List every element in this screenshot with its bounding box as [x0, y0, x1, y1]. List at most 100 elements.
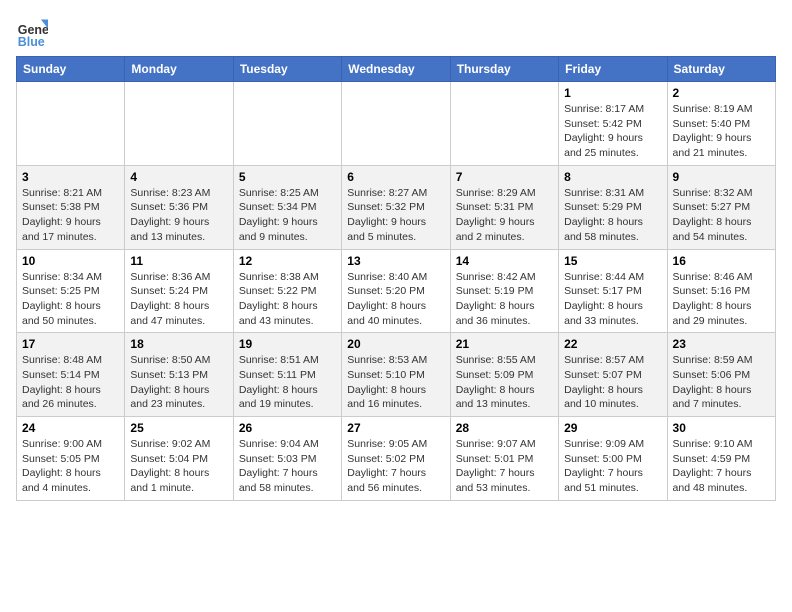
- day-number: 3: [22, 170, 119, 184]
- day-number: 5: [239, 170, 336, 184]
- day-number: 22: [564, 337, 661, 351]
- day-info: Sunrise: 8:29 AMSunset: 5:31 PMDaylight:…: [456, 186, 553, 245]
- calendar-cell: 2 Sunrise: 8:19 AMSunset: 5:40 PMDaylight…: [667, 82, 775, 166]
- day-number: 15: [564, 254, 661, 268]
- day-number: 11: [130, 254, 227, 268]
- day-info: Sunrise: 8:23 AMSunset: 5:36 PMDaylight:…: [130, 186, 227, 245]
- column-header-sunday: Sunday: [17, 57, 125, 82]
- day-info: Sunrise: 9:07 AMSunset: 5:01 PMDaylight:…: [456, 437, 553, 496]
- day-info: Sunrise: 8:53 AMSunset: 5:10 PMDaylight:…: [347, 353, 444, 412]
- day-info: Sunrise: 8:27 AMSunset: 5:32 PMDaylight:…: [347, 186, 444, 245]
- day-info: Sunrise: 8:38 AMSunset: 5:22 PMDaylight:…: [239, 270, 336, 329]
- page-header: General Blue: [16, 16, 776, 48]
- day-number: 13: [347, 254, 444, 268]
- day-number: 16: [673, 254, 770, 268]
- calendar-cell: 8 Sunrise: 8:31 AMSunset: 5:29 PMDaylight…: [559, 165, 667, 249]
- day-info: Sunrise: 8:31 AMSunset: 5:29 PMDaylight:…: [564, 186, 661, 245]
- day-number: 24: [22, 421, 119, 435]
- calendar-cell: 23 Sunrise: 8:59 AMSunset: 5:06 PMDayligh…: [667, 333, 775, 417]
- day-number: 8: [564, 170, 661, 184]
- day-number: 17: [22, 337, 119, 351]
- day-number: 28: [456, 421, 553, 435]
- day-info: Sunrise: 8:17 AMSunset: 5:42 PMDaylight:…: [564, 102, 661, 161]
- calendar-cell: 9 Sunrise: 8:32 AMSunset: 5:27 PMDaylight…: [667, 165, 775, 249]
- calendar-week-5: 24Sunrise: 9:00 AMSunset: 5:05 PMDayligh…: [17, 417, 776, 501]
- day-info: Sunrise: 8:42 AMSunset: 5:19 PMDaylight:…: [456, 270, 553, 329]
- calendar-cell: 1 Sunrise: 8:17 AMSunset: 5:42 PMDaylight…: [559, 82, 667, 166]
- day-info: Sunrise: 8:19 AMSunset: 5:40 PMDaylight:…: [673, 102, 770, 161]
- column-header-monday: Monday: [125, 57, 233, 82]
- calendar-cell: 3 Sunrise: 8:21 AMSunset: 5:38 PMDaylight…: [17, 165, 125, 249]
- day-number: 7: [456, 170, 553, 184]
- day-info: Sunrise: 9:09 AMSunset: 5:00 PMDaylight:…: [564, 437, 661, 496]
- day-number: 27: [347, 421, 444, 435]
- day-number: 12: [239, 254, 336, 268]
- calendar-cell: [450, 82, 558, 166]
- calendar-cell: 26 Sunrise: 9:04 AMSunset: 5:03 PMDayligh…: [233, 417, 341, 501]
- day-number: 20: [347, 337, 444, 351]
- day-info: Sunrise: 8:48 AMSunset: 5:14 PMDaylight:…: [22, 353, 119, 412]
- calendar-week-2: 3 Sunrise: 8:21 AMSunset: 5:38 PMDaylight…: [17, 165, 776, 249]
- day-info: Sunrise: 8:32 AMSunset: 5:27 PMDaylight:…: [673, 186, 770, 245]
- day-number: 2: [673, 86, 770, 100]
- day-info: Sunrise: 8:50 AMSunset: 5:13 PMDaylight:…: [130, 353, 227, 412]
- calendar-cell: 19 Sunrise: 8:51 AMSunset: 5:11 PMDayligh…: [233, 333, 341, 417]
- calendar-cell: 18 Sunrise: 8:50 AMSunset: 5:13 PMDayligh…: [125, 333, 233, 417]
- day-info: Sunrise: 9:05 AMSunset: 5:02 PMDaylight:…: [347, 437, 444, 496]
- calendar-cell: 5 Sunrise: 8:25 AMSunset: 5:34 PMDaylight…: [233, 165, 341, 249]
- calendar-cell: 29 Sunrise: 9:09 AMSunset: 5:00 PMDayligh…: [559, 417, 667, 501]
- day-number: 23: [673, 337, 770, 351]
- day-info: Sunrise: 8:44 AMSunset: 5:17 PMDaylight:…: [564, 270, 661, 329]
- day-number: 9: [673, 170, 770, 184]
- day-info: Sunrise: 8:46 AMSunset: 5:16 PMDaylight:…: [673, 270, 770, 329]
- day-number: 1: [564, 86, 661, 100]
- day-info: Sunrise: 9:10 AMSunset: 4:59 PMDaylight:…: [673, 437, 770, 496]
- day-info: Sunrise: 9:02 AMSunset: 5:04 PMDaylight:…: [130, 437, 227, 496]
- calendar-header-row: SundayMondayTuesdayWednesdayThursdayFrid…: [17, 57, 776, 82]
- calendar-cell: 15 Sunrise: 8:44 AMSunset: 5:17 PMDayligh…: [559, 249, 667, 333]
- day-number: 18: [130, 337, 227, 351]
- day-number: 21: [456, 337, 553, 351]
- day-info: Sunrise: 8:40 AMSunset: 5:20 PMDaylight:…: [347, 270, 444, 329]
- calendar-cell: 16 Sunrise: 8:46 AMSunset: 5:16 PMDayligh…: [667, 249, 775, 333]
- calendar-cell: 30 Sunrise: 9:10 AMSunset: 4:59 PMDayligh…: [667, 417, 775, 501]
- day-number: 30: [673, 421, 770, 435]
- calendar-cell: 17 Sunrise: 8:48 AMSunset: 5:14 PMDayligh…: [17, 333, 125, 417]
- calendar-cell: [233, 82, 341, 166]
- calendar-cell: 21Sunrise: 8:55 AMSunset: 5:09 PMDayligh…: [450, 333, 558, 417]
- day-info: Sunrise: 9:04 AMSunset: 5:03 PMDaylight:…: [239, 437, 336, 496]
- calendar-cell: 6 Sunrise: 8:27 AMSunset: 5:32 PMDaylight…: [342, 165, 450, 249]
- day-number: 4: [130, 170, 227, 184]
- calendar-week-4: 17 Sunrise: 8:48 AMSunset: 5:14 PMDayligh…: [17, 333, 776, 417]
- column-header-friday: Friday: [559, 57, 667, 82]
- day-number: 14: [456, 254, 553, 268]
- calendar-cell: 22 Sunrise: 8:57 AMSunset: 5:07 PMDayligh…: [559, 333, 667, 417]
- day-info: Sunrise: 8:36 AMSunset: 5:24 PMDaylight:…: [130, 270, 227, 329]
- day-info: Sunrise: 8:57 AMSunset: 5:07 PMDaylight:…: [564, 353, 661, 412]
- day-number: 6: [347, 170, 444, 184]
- day-info: Sunrise: 8:59 AMSunset: 5:06 PMDaylight:…: [673, 353, 770, 412]
- day-info: Sunrise: 8:25 AMSunset: 5:34 PMDaylight:…: [239, 186, 336, 245]
- calendar-cell: 13 Sunrise: 8:40 AMSunset: 5:20 PMDayligh…: [342, 249, 450, 333]
- calendar-cell: 20 Sunrise: 8:53 AMSunset: 5:10 PMDayligh…: [342, 333, 450, 417]
- calendar-cell: 4 Sunrise: 8:23 AMSunset: 5:36 PMDaylight…: [125, 165, 233, 249]
- logo: General Blue: [16, 16, 48, 48]
- day-info: Sunrise: 8:21 AMSunset: 5:38 PMDaylight:…: [22, 186, 119, 245]
- day-number: 26: [239, 421, 336, 435]
- day-number: 29: [564, 421, 661, 435]
- column-header-thursday: Thursday: [450, 57, 558, 82]
- column-header-tuesday: Tuesday: [233, 57, 341, 82]
- calendar-table: SundayMondayTuesdayWednesdayThursdayFrid…: [16, 56, 776, 501]
- calendar-cell: 7 Sunrise: 8:29 AMSunset: 5:31 PMDaylight…: [450, 165, 558, 249]
- day-number: 19: [239, 337, 336, 351]
- calendar-cell: 14 Sunrise: 8:42 AMSunset: 5:19 PMDayligh…: [450, 249, 558, 333]
- svg-text:Blue: Blue: [18, 35, 45, 48]
- calendar-cell: [17, 82, 125, 166]
- calendar-cell: [342, 82, 450, 166]
- calendar-cell: 10Sunrise: 8:34 AMSunset: 5:25 PMDayligh…: [17, 249, 125, 333]
- day-info: Sunrise: 8:51 AMSunset: 5:11 PMDaylight:…: [239, 353, 336, 412]
- calendar-cell: 28 Sunrise: 9:07 AMSunset: 5:01 PMDayligh…: [450, 417, 558, 501]
- calendar-cell: 25Sunrise: 9:02 AMSunset: 5:04 PMDayligh…: [125, 417, 233, 501]
- logo-icon: General Blue: [16, 16, 48, 48]
- calendar-cell: 12 Sunrise: 8:38 AMSunset: 5:22 PMDayligh…: [233, 249, 341, 333]
